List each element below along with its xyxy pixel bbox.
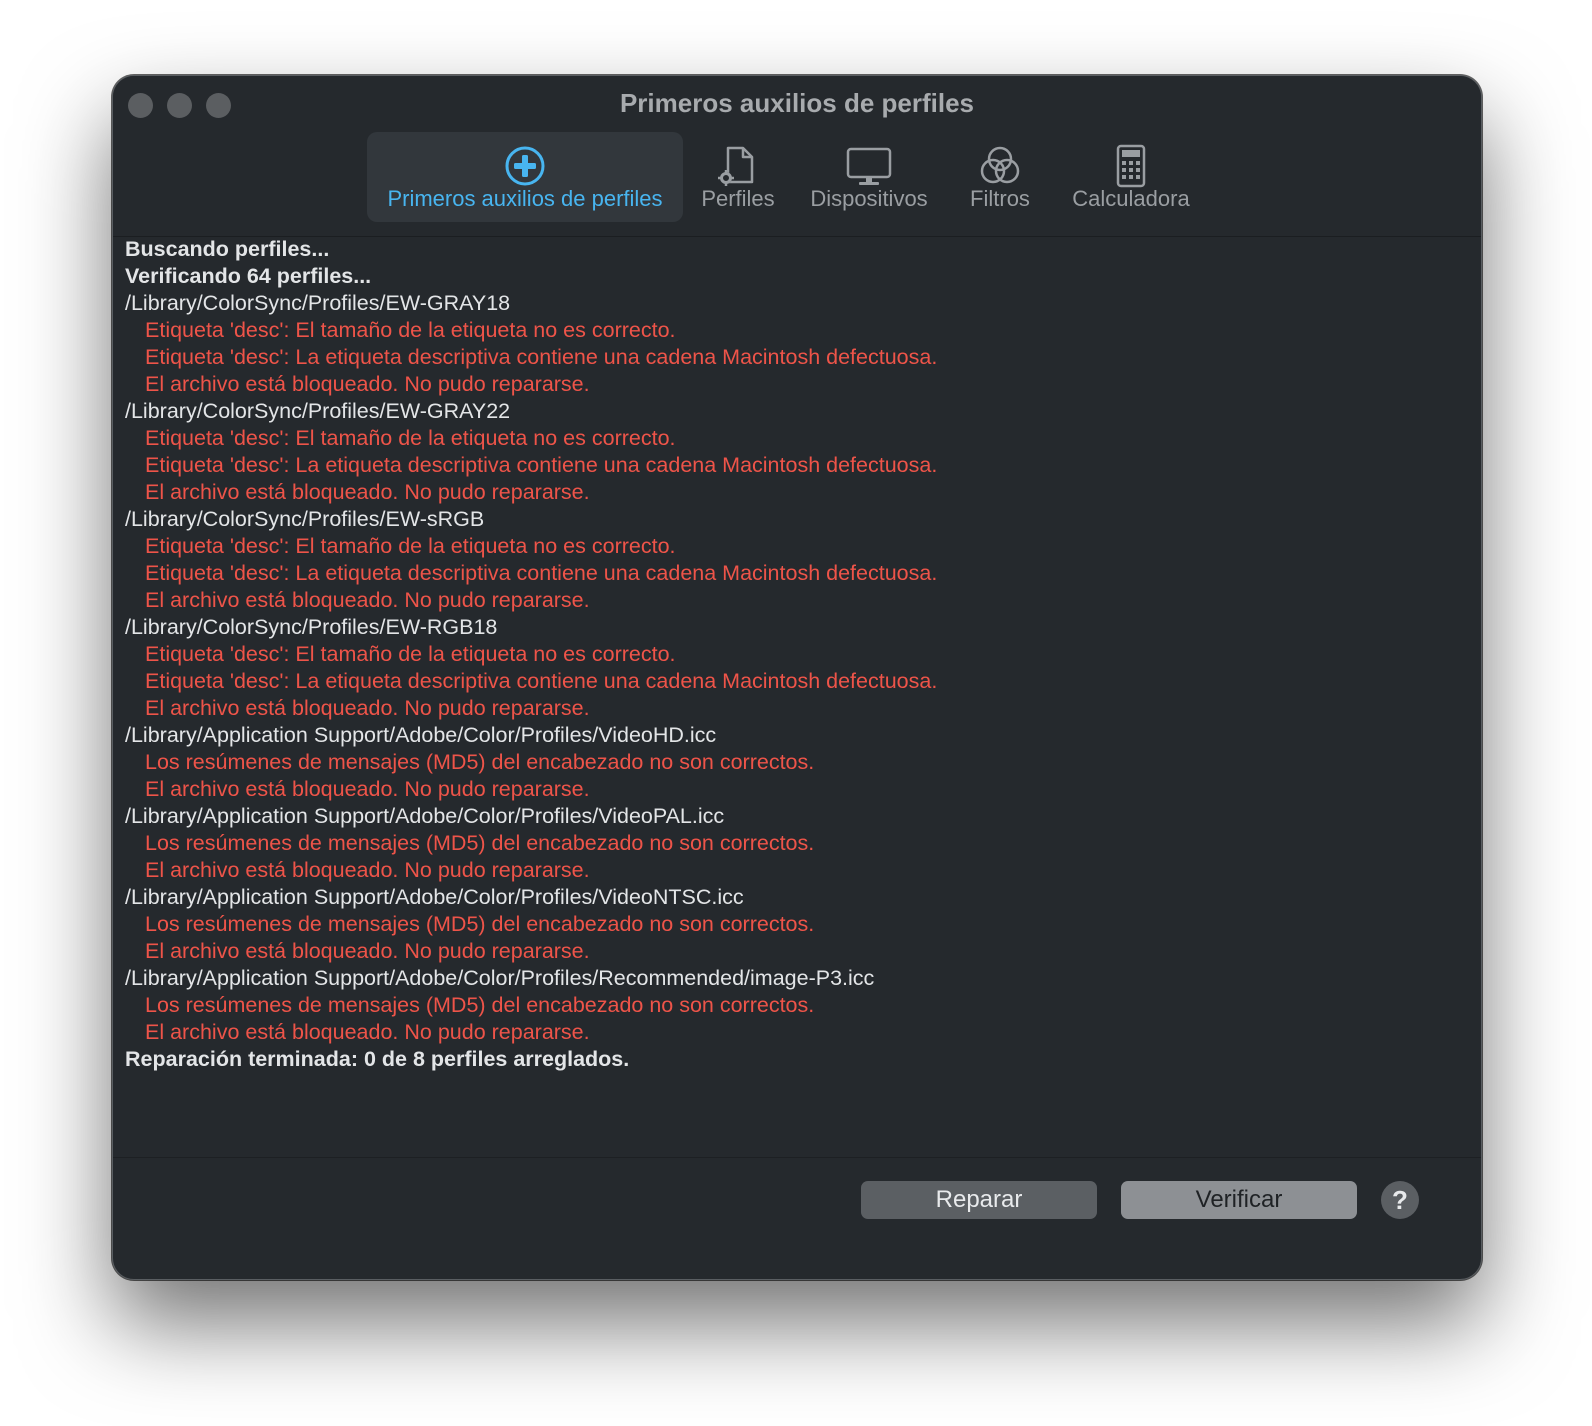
log-error-line: El archivo está bloqueado. No pudo repar… <box>145 858 590 882</box>
verify-button[interactable]: Verificar <box>1121 1181 1357 1219</box>
tab-filters[interactable]: Filtros <box>953 132 1047 222</box>
tab-devices[interactable]: Dispositivos <box>799 132 939 222</box>
log-error-line: Etiqueta 'desc': La etiqueta descriptiva… <box>145 453 938 477</box>
first-aid-plus-icon <box>505 146 545 186</box>
log-error-line: Etiqueta 'desc': El tamaño de la etiquet… <box>145 426 676 450</box>
tab-profiles-label: Perfiles <box>701 186 775 211</box>
log-error-line: El archivo está bloqueado. No pudo repar… <box>145 588 590 612</box>
app-window: Primeros auxilios de perfiles Primeros a… <box>112 75 1482 1280</box>
tab-first-aid[interactable]: Primeros auxilios de perfiles <box>367 132 683 222</box>
tab-calculator[interactable]: Calculadora <box>1063 132 1199 222</box>
log-error-line: Etiqueta 'desc': La etiqueta descriptiva… <box>145 345 938 369</box>
log-status-line: Verificando 64 perfiles... <box>125 264 372 288</box>
log-error-line: Los resúmenes de mensajes (MD5) del enca… <box>145 912 815 936</box>
log-path-line: /Library/Application Support/Adobe/Color… <box>125 966 875 990</box>
log-error-line: Etiqueta 'desc': El tamaño de la etiquet… <box>145 318 676 342</box>
log-path-line: /Library/Application Support/Adobe/Color… <box>125 885 744 909</box>
log-path-line: /Library/ColorSync/Profiles/EW-RGB18 <box>125 615 498 639</box>
calculator-icon <box>1116 144 1146 188</box>
rgb-circles-icon <box>980 146 1020 184</box>
log-error-line: El archivo está bloqueado. No pudo repar… <box>145 939 590 963</box>
log-error-line: El archivo está bloqueado. No pudo repar… <box>145 696 590 720</box>
help-button[interactable]: ? <box>1381 1181 1419 1219</box>
tab-calculator-label: Calculadora <box>1072 186 1190 211</box>
log-path-line: /Library/ColorSync/Profiles/EW-GRAY18 <box>125 291 511 315</box>
divider <box>113 1157 1481 1158</box>
log-error-line: Etiqueta 'desc': El tamaño de la etiquet… <box>145 534 676 558</box>
toolbar: Primeros auxilios de perfiles Perfiles D… <box>113 132 1481 224</box>
log-path-line: /Library/ColorSync/Profiles/EW-sRGB <box>125 507 485 531</box>
log-error-line: Los resúmenes de mensajes (MD5) del enca… <box>145 750 815 774</box>
log-error-line: El archivo está bloqueado. No pudo repar… <box>145 777 590 801</box>
tab-first-aid-label: Primeros auxilios de perfiles <box>387 186 663 211</box>
tab-profiles[interactable]: Perfiles <box>693 132 783 222</box>
log-path-line: /Library/Application Support/Adobe/Color… <box>125 804 725 828</box>
log-status-line: Reparación terminada: 0 de 8 perfiles ar… <box>125 1047 630 1071</box>
verification-log[interactable]: Buscando perfiles... Verificando 64 perfi… <box>125 236 1465 1156</box>
monitor-icon <box>846 147 892 185</box>
document-gear-icon <box>718 146 754 186</box>
log-error-line: Etiqueta 'desc': La etiqueta descriptiva… <box>145 669 938 693</box>
tab-devices-label: Dispositivos <box>810 186 928 211</box>
window-title: Primeros auxilios de perfiles <box>619 88 975 118</box>
log-error-line: Los resúmenes de mensajes (MD5) del enca… <box>145 993 815 1017</box>
log-status-line: Buscando perfiles... <box>125 237 330 261</box>
log-error-line: Etiqueta 'desc': El tamaño de la etiquet… <box>145 642 676 666</box>
repair-button[interactable]: Reparar <box>861 1181 1097 1219</box>
log-error-line: Etiqueta 'desc': La etiqueta descriptiva… <box>145 561 938 585</box>
log-path-line: /Library/ColorSync/Profiles/EW-GRAY22 <box>125 399 511 423</box>
log-error-line: El archivo está bloqueado. No pudo repar… <box>145 480 590 504</box>
log-error-line: El archivo está bloqueado. No pudo repar… <box>145 372 590 396</box>
log-path-line: /Library/Application Support/Adobe/Color… <box>125 723 717 747</box>
log-error-line: El archivo está bloqueado. No pudo repar… <box>145 1020 590 1044</box>
tab-filters-label: Filtros <box>970 186 1030 211</box>
log-error-line: Los resúmenes de mensajes (MD5) del enca… <box>145 831 815 855</box>
titlebar: Primeros auxilios de perfiles Primeros a… <box>113 76 1481 237</box>
